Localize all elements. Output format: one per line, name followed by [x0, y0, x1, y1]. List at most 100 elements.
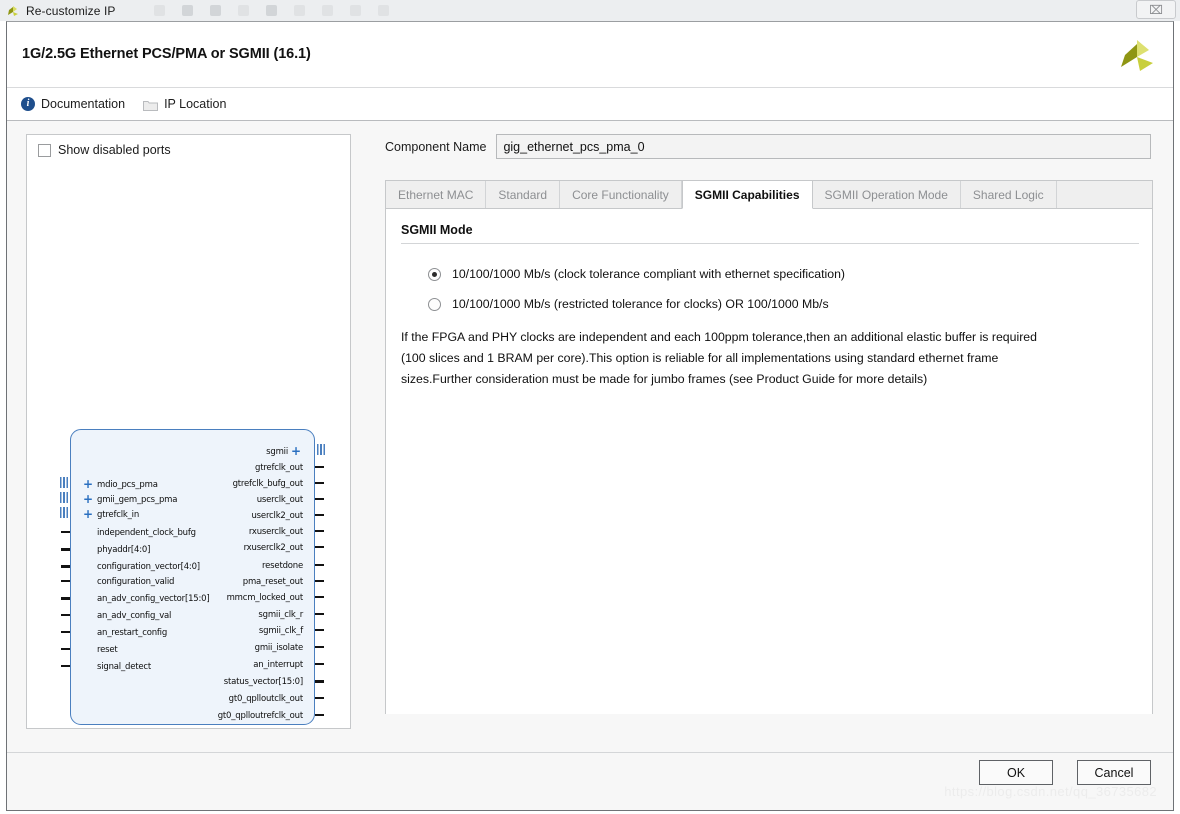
- toolbar-icon-6: [293, 5, 305, 16]
- sgmii-mode-note: If the FPGA and PHY clocks are independe…: [401, 330, 1037, 387]
- ip-location-link[interactable]: IP Location: [143, 97, 226, 111]
- radio-icon-option-0[interactable]: [428, 267, 441, 281]
- signal-connector-icon: [61, 648, 70, 650]
- expand-plus-icon[interactable]: +: [83, 478, 93, 490]
- signal-connector-icon: [61, 631, 70, 633]
- xilinx-logo: [1113, 34, 1159, 78]
- expand-plus-icon[interactable]: +: [291, 445, 301, 457]
- vector-connector-icon: [61, 548, 70, 551]
- port-left-mdio-pcs-pma: mdio_pcs_pma: [97, 480, 158, 490]
- show-disabled-ports-checkbox[interactable]: [38, 143, 51, 157]
- port-right-userclk2-out: userclk2_out: [251, 511, 304, 521]
- port-right-gtrefclk-bufg-out: gtrefclk_bufg_out: [232, 479, 304, 489]
- signal-connector-icon: [315, 564, 324, 566]
- signal-connector-icon: [315, 663, 324, 665]
- port-right-gtrefclk-out: gtrefclk_out: [255, 463, 303, 473]
- port-right-sgmii-clk-r: sgmii_clk_r: [258, 610, 303, 620]
- vector-connector-icon: [61, 565, 70, 568]
- expand-plus-icon[interactable]: +: [83, 508, 93, 520]
- port-left-gmii-gem-pcs-pma: gmii_gem_pcs_pma: [97, 495, 178, 505]
- tab-label: Shared Logic: [972, 187, 1044, 202]
- port-left-signal-detect: signal_detect: [97, 662, 151, 672]
- tab-label: SGMII Capabilities: [694, 187, 800, 202]
- port-left-gtrefclk-in: gtrefclk_in: [97, 510, 140, 520]
- port-right-gt0-qplloutclk-out: gt0_qplloutclk_out: [228, 694, 304, 704]
- toolbar-icon-1: [153, 5, 165, 16]
- folder-icon: [143, 98, 159, 111]
- toolbar-icon-5: [265, 5, 277, 16]
- expand-plus-icon[interactable]: +: [83, 493, 93, 505]
- sgmii-mode-option-0[interactable]: 10/100/1000 Mb/s (clock tolerance compli…: [428, 267, 845, 281]
- tab-sgmii-capabilities[interactable]: SGMII Capabilities: [681, 181, 813, 209]
- port-left-configuration-vector-4-0-: configuration_vector[4:0]: [97, 562, 200, 572]
- port-left-configuration-valid: configuration_valid: [97, 577, 175, 587]
- signal-connector-icon: [315, 596, 324, 598]
- signal-connector-icon: [61, 614, 70, 616]
- port-left-phyaddr-4-0-: phyaddr[4:0]: [97, 545, 151, 555]
- bus-connector-icon: [60, 492, 68, 503]
- recustomize-ip-dialog: 1G/2.5G Ethernet PCS/PMA or SGMII (16.1)…: [6, 21, 1174, 811]
- toolbar-icon-7: [321, 5, 333, 16]
- ip-config-panel: Component Name Ethernet MAC Standard Core …: [373, 134, 1153, 729]
- port-right-status-vector-15-0-: status_vector[15:0]: [223, 677, 303, 687]
- tab-ethernet-mac[interactable]: Ethernet MAC: [386, 181, 487, 208]
- dialog-links-strip: i Documentation IP Location: [7, 88, 1173, 121]
- ip-block-ports: mdio_pcs_pma + gmii_gem_pcs_pma + gtrefclk_i…: [60, 430, 325, 724]
- close-icon[interactable]: ⌧: [1136, 0, 1176, 19]
- bus-connector-icon: [60, 477, 68, 488]
- signal-connector-icon: [315, 580, 324, 582]
- radio-icon-option-1[interactable]: [428, 297, 441, 311]
- signal-connector-icon: [315, 714, 324, 716]
- tab-content-sgmii-capabilities: SGMII Mode 10/100/1000 Mb/s (clock toler…: [386, 209, 1152, 714]
- cancel-button[interactable]: Cancel: [1077, 760, 1151, 785]
- signal-connector-icon: [315, 466, 324, 468]
- toolbar-icon-8: [349, 5, 361, 16]
- dialog-footer: OK Cancel https://blog.csdn.net/qq_36735…: [7, 752, 1173, 810]
- port-right-mmcm-locked-out: mmcm_locked_out: [226, 593, 304, 603]
- tab-core-functionality[interactable]: Core Functionality: [560, 181, 682, 208]
- sgmii-mode-option-1-label: 10/100/1000 Mb/s (restricted tolerance f…: [452, 297, 829, 311]
- tab-sgmii-operation-mode[interactable]: SGMII Operation Mode: [812, 181, 961, 208]
- signal-connector-icon: [315, 546, 324, 548]
- signal-connector-icon: [315, 530, 324, 532]
- sgmii-mode-option-1[interactable]: 10/100/1000 Mb/s (restricted tolerance f…: [428, 297, 829, 311]
- component-name-label: Component Name: [385, 139, 487, 154]
- port-left-an-adv-config-vector-15-0-: an_adv_config_vector[15:0]: [97, 594, 210, 604]
- component-name-input[interactable]: [496, 134, 1152, 159]
- toolbar-icon-9: [377, 5, 389, 16]
- tab-label: Core Functionality: [572, 187, 669, 202]
- signal-connector-icon: [61, 580, 70, 582]
- port-left-an-adv-config-val: an_adv_config_val: [97, 611, 172, 621]
- signal-connector-icon: [315, 629, 324, 631]
- port-right-gmii-isolate: gmii_isolate: [254, 643, 304, 653]
- signal-connector-icon: [315, 697, 324, 699]
- tab-label: Ethernet MAC: [398, 187, 474, 202]
- port-right-pma-reset-out: pma_reset_out: [242, 577, 303, 587]
- port-left-reset: reset: [97, 645, 118, 655]
- vector-connector-icon: [61, 597, 70, 600]
- port-right-rxuserclk2-out: rxuserclk2_out: [243, 543, 304, 553]
- documentation-link[interactable]: i Documentation: [21, 97, 125, 111]
- signal-connector-icon: [315, 613, 324, 615]
- group-divider: [401, 243, 1139, 244]
- info-icon: i: [21, 97, 35, 111]
- watermark: https://blog.csdn.net/qq_36735682: [944, 784, 1157, 799]
- xilinx-logo-icon: [5, 3, 21, 19]
- toolbar-icon-3: [209, 5, 221, 16]
- ip-block-symbol: mdio_pcs_pma + gmii_gem_pcs_pma + gtrefclk_i…: [60, 429, 325, 725]
- show-disabled-ports-row[interactable]: Show disabled ports: [38, 143, 171, 157]
- ok-button[interactable]: OK: [979, 760, 1053, 785]
- bus-connector-icon: [317, 444, 325, 455]
- port-right-rxuserclk-out: rxuserclk_out: [248, 527, 303, 537]
- vector-connector-icon: [315, 680, 324, 683]
- signal-connector-icon: [315, 646, 324, 648]
- toolbar-icon-4: [237, 5, 249, 16]
- signal-connector-icon: [315, 482, 324, 484]
- port-right-sgmii: sgmii: [266, 447, 288, 457]
- port-right-sgmii-clk-f: sgmii_clk_f: [258, 626, 303, 636]
- tab-standard[interactable]: Standard: [486, 181, 561, 208]
- tab-label: Standard: [498, 187, 548, 202]
- tab-shared-logic[interactable]: Shared Logic: [960, 181, 1057, 208]
- window-titlebar: Re-customize IP ⌧: [0, 0, 1180, 21]
- ip-symbol-panel: Show disabled ports mdio_pcs_pma + gmii_ge…: [26, 134, 351, 729]
